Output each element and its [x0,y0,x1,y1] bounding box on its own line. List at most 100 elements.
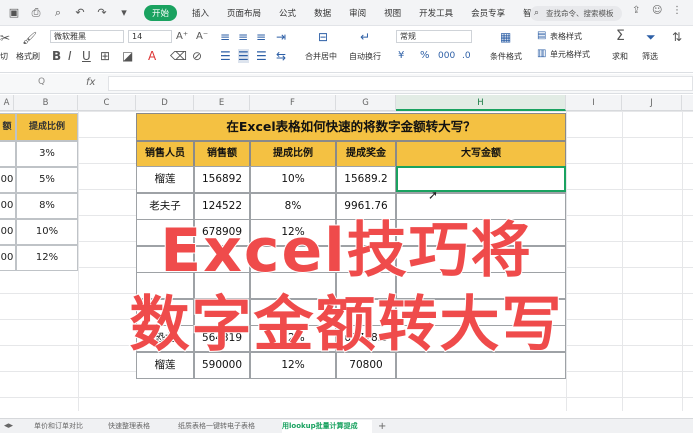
column-header-I[interactable]: I [566,95,622,111]
align-right-icon[interactable]: ☰ [256,49,267,63]
conditional-format-icon[interactable]: ▦ [500,30,511,44]
format-painter-icon[interactable]: 🖌 [22,31,37,45]
search-placeholder: 查找命令、搜索模板 [546,9,614,18]
table-header-salesperson: 销售人员 [136,141,194,167]
left-table-header: 提成比例 [16,113,78,141]
search-input[interactable]: ⌕ 查找命令、搜索模板 [530,6,622,21]
cell-rate[interactable]: 10% [250,166,336,193]
mouse-cursor-icon: ➚ [428,188,439,202]
column-header-bar: A B C D E F G H I J [0,95,693,111]
save-icon[interactable]: ▣ [6,5,22,21]
column-header-F[interactable]: F [250,95,336,111]
conditional-format-label[interactable]: 条件格式 [490,51,522,62]
left-table-cell[interactable]: 3% [16,141,78,167]
ribbon: ✂ 切 🖌 格式刷 微软雅黑 14 A⁺ A⁻ B I U ⊞ ◪ A ⌫ ⊘ … [0,27,693,73]
print-preview-icon[interactable]: ⌕ [50,5,66,21]
tab-formulas[interactable]: 公式 [276,5,299,21]
table-style-icon[interactable]: ▤ [537,29,546,43]
erase-icon[interactable]: ⌫ [170,49,187,63]
overlay-title-line2: 数字金额转大写 [129,290,564,360]
font-size-select[interactable]: 14 [128,30,172,43]
align-middle-icon[interactable]: ≡ [238,30,248,44]
left-table-cell[interactable]: 00 [0,167,16,193]
cell-style-label[interactable]: 单元格样式 [550,49,590,60]
filter-icon[interactable]: ⏷ [646,30,656,44]
share-icon[interactable]: ⇪ [632,5,640,16]
clear-icon[interactable]: ⊘ [192,49,202,63]
merge-center-icon[interactable]: ⊟ [318,30,328,44]
align-bottom-icon[interactable]: ≡ [256,30,266,44]
indent-icon[interactable]: ⇥ [276,30,286,44]
format-painter-label[interactable]: 格式刷 [16,51,40,62]
table-style-label[interactable]: 表格样式 [550,31,582,42]
tab-insert[interactable]: 插入 [189,5,212,21]
more-icon[interactable]: ⋮ [672,5,682,16]
cell-style-icon[interactable]: ▥ [537,47,546,61]
tab-developer[interactable]: 开发工具 [416,5,456,21]
cell-sales[interactable]: 156892 [194,166,250,193]
font-color-icon[interactable]: A [148,49,156,63]
font-grow-icon[interactable]: A⁺ [176,30,188,44]
bold-icon[interactable]: B [52,49,61,63]
left-table-cell[interactable] [0,141,16,167]
merge-center-label[interactable]: 合并居中 [305,51,337,62]
left-table-cell[interactable]: 5% [16,167,78,193]
tab-review[interactable]: 审阅 [346,5,369,21]
redo-icon[interactable]: ↷ [94,5,110,21]
sheet-tab[interactable]: 快速整理表格 [108,420,160,433]
percent-icon[interactable]: % [420,49,430,63]
column-header-A[interactable]: A [0,95,14,111]
tab-start[interactable]: 开始 [144,4,178,21]
underline-icon[interactable]: U [82,49,91,63]
cut-icon[interactable]: ✂ [0,31,10,45]
sheet-nav-icon[interactable]: ◂▸ [4,420,22,433]
dropdown-icon[interactable]: ▾ [116,5,132,21]
fx-icon[interactable]: fx [86,77,95,88]
thousands-icon[interactable]: 000 [438,49,455,63]
user-icon[interactable]: ☺ [652,5,662,16]
distribute-icon[interactable]: ⇆ [276,49,286,63]
border-icon[interactable]: ⊞ [100,49,110,63]
selected-cell[interactable] [396,166,566,192]
align-left-icon[interactable]: ☰ [220,49,231,63]
column-header-J[interactable]: J [622,95,682,111]
column-header-E[interactable]: E [194,95,250,111]
align-top-icon[interactable]: ≡ [220,30,230,44]
add-sheet-icon[interactable]: + [378,420,390,433]
left-table-cell[interactable]: 00 [0,193,16,219]
filter-label[interactable]: 筛选 [642,51,658,62]
column-header-G[interactable]: G [336,95,396,111]
tab-member[interactable]: 会员专享 [468,5,508,21]
tab-data[interactable]: 数据 [311,5,334,21]
formula-input[interactable] [108,76,693,91]
sheet-tab[interactable]: 纸质表格一键转电子表格 [178,420,264,433]
sheet-tab[interactable]: 单价和订单对比 [34,420,102,433]
left-table-cell[interactable]: 8% [16,193,78,219]
sort-icon[interactable]: ⇅ [672,30,682,44]
fill-color-icon[interactable]: ◪ [122,49,133,63]
cell-salesperson[interactable]: 榴莲 [136,166,194,193]
italic-icon[interactable]: I [68,49,72,63]
column-header-B[interactable]: B [14,95,78,111]
decimal-icon[interactable]: .0 [462,49,471,63]
align-center-icon[interactable]: ☰ [238,49,249,63]
wrap-text-icon[interactable]: ↵ [360,30,370,44]
number-format-select[interactable]: 常规 [396,30,472,43]
sum-label[interactable]: 求和 [612,51,628,62]
zoom-icon[interactable]: Q [38,77,45,87]
sheet-tab-bar: ◂▸ 单价和订单对比 快速整理表格 纸质表格一键转电子表格 用lookup批量计… [0,418,693,433]
tab-view[interactable]: 视图 [381,5,404,21]
undo-icon[interactable]: ↶ [72,5,88,21]
sum-icon[interactable]: Σ [616,29,625,43]
sheet-tab-active[interactable]: 用lookup批量计算提成 [282,420,372,433]
currency-icon[interactable]: ¥ [398,49,404,63]
column-header-D[interactable]: D [136,95,194,111]
wrap-text-label[interactable]: 自动换行 [349,51,381,62]
font-name-select[interactable]: 微软雅黑 [50,30,124,43]
font-shrink-icon[interactable]: A⁻ [196,30,208,44]
print-icon[interactable]: ⎙ [28,5,44,21]
cell-bonus[interactable]: 15689.2 [336,166,396,193]
column-header-C[interactable]: C [78,95,136,111]
tab-page-layout[interactable]: 页面布局 [224,5,264,21]
column-header-H[interactable]: H [396,95,566,111]
